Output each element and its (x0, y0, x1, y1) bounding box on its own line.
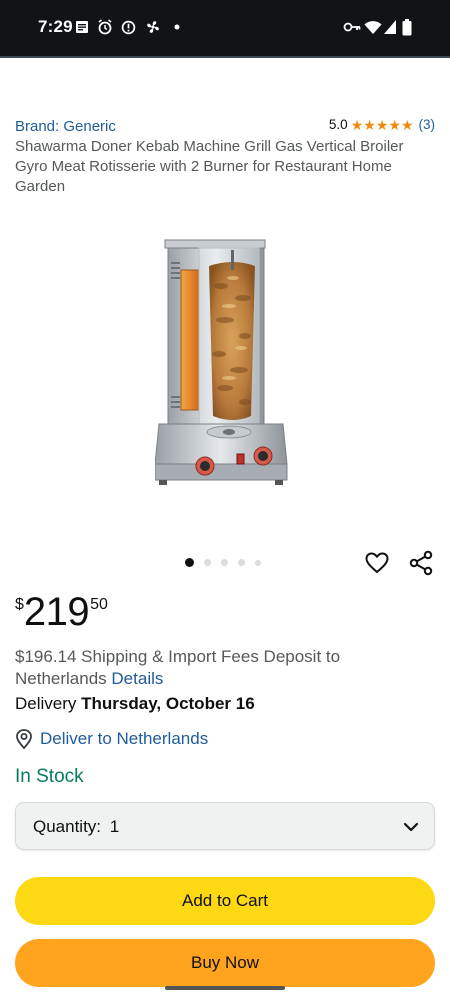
quantity-select[interactable]: Quantity: 1 (15, 802, 435, 850)
shipping-details-link[interactable]: Details (111, 669, 163, 688)
quantity-label-wrap: Quantity: 1 (33, 817, 119, 837)
alert-icon (121, 18, 136, 36)
product-title: Shawarma Doner Kebab Machine Grill Gas V… (15, 138, 404, 195)
rating-stars: ★ ★ ★ ★ ★ (351, 118, 414, 132)
battery-icon (402, 18, 412, 36)
alarm-icon (97, 18, 113, 36)
shipping-text: $196.14 Shipping & Import Fees Deposit t… (15, 647, 341, 688)
image-carousel-dots[interactable] (185, 558, 271, 567)
notes-icon (75, 18, 89, 36)
deliver-to-text[interactable]: Deliver to Netherlands (40, 729, 208, 749)
star-icon: ★ (400, 116, 414, 133)
dot-icon (174, 18, 180, 36)
price-fraction: 50 (90, 596, 108, 613)
quantity-value: 1 (109, 817, 120, 836)
vpn-key-icon (343, 18, 361, 36)
share-button[interactable] (408, 550, 434, 576)
buy-now-button[interactable]: Buy Now (15, 939, 435, 987)
delivery-info: Delivery Thursday, October 16 (15, 694, 255, 714)
carousel-dot[interactable] (204, 559, 211, 566)
price: $ 219 50 (15, 588, 108, 636)
star-icon: ★ (375, 116, 389, 133)
heart-icon (365, 552, 389, 573)
quantity-label: Quantity: (33, 817, 102, 836)
cell-signal-icon (383, 18, 397, 36)
add-to-cart-button[interactable]: Add to Cart (15, 877, 435, 925)
product-image[interactable] (154, 236, 295, 486)
carousel-dot[interactable] (238, 559, 245, 566)
brand-rating-row: Brand: Generic 5.0 ★ ★ ★ ★ ★ (3) (15, 116, 435, 136)
price-whole: 219 (23, 590, 90, 634)
star-icon: ★ (388, 116, 401, 133)
star-icon: ★ (350, 116, 364, 133)
chevron-down-icon (403, 822, 419, 832)
deliver-to-location[interactable]: Deliver to Netherlands (15, 729, 208, 749)
share-icon (409, 550, 433, 576)
carousel-dot[interactable] (255, 559, 261, 566)
rating[interactable]: 5.0 ★ ★ ★ ★ ★ (3) (329, 117, 435, 132)
shipping-info: $196.14 Shipping & Import Fees Deposit t… (15, 646, 435, 690)
top-band (0, 58, 450, 100)
brand-link[interactable]: Brand: Generic (15, 118, 116, 135)
status-time: 7:29 (38, 17, 73, 36)
location-pin-icon (16, 729, 32, 749)
price-symbol: $ (15, 596, 24, 613)
rating-count[interactable]: (3) (419, 117, 436, 132)
stock-status: In Stock (15, 766, 84, 787)
wishlist-button[interactable] (364, 550, 390, 576)
delivery-date: Thursday, October 16 (81, 694, 255, 713)
rating-value: 5.0 (328, 117, 348, 132)
delivery-label: Delivery (15, 694, 77, 713)
star-icon: ★ (363, 116, 376, 133)
fan-icon (145, 18, 161, 36)
carousel-dot-active[interactable] (185, 558, 194, 567)
gesture-nav-handle[interactable] (165, 986, 285, 990)
carousel-dot[interactable] (221, 559, 228, 566)
wifi-icon (364, 18, 382, 36)
status-bar: 7:29 (0, 0, 450, 56)
